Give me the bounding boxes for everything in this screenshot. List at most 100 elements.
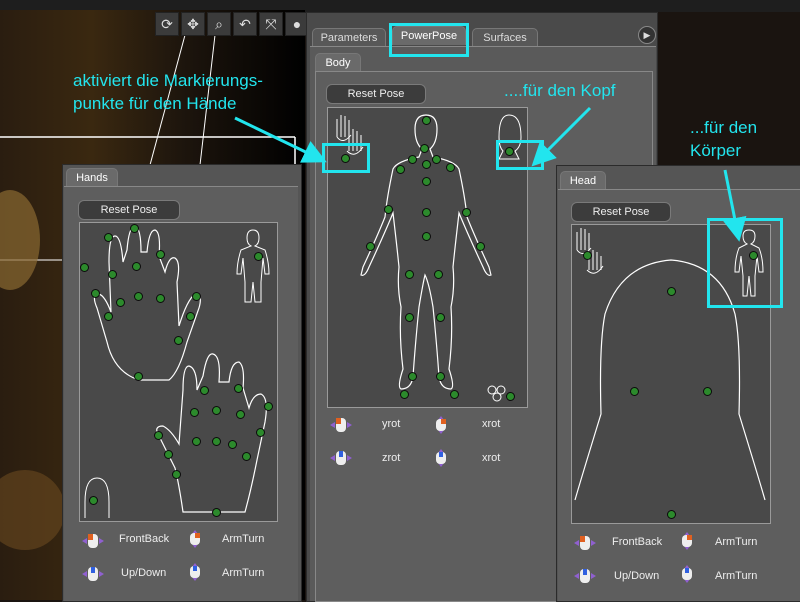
tab-parameters[interactable]: Parameters	[312, 28, 386, 47]
hotspot-ground[interactable]	[506, 392, 515, 401]
highlight-hands-hotspot	[322, 143, 370, 173]
hotspot-neck[interactable]	[420, 144, 429, 153]
hand-hotspot[interactable]	[156, 250, 165, 259]
hotspot-left-collar[interactable]	[408, 155, 417, 164]
hand-hotspot[interactable]	[164, 450, 173, 459]
tab-hands[interactable]: Hands	[66, 168, 118, 187]
head-control-armturn-2: ArmTurn	[715, 570, 758, 582]
scale-icon[interactable]: ⤧	[259, 12, 283, 36]
zoom-icon[interactable]: ⌕	[207, 12, 231, 36]
mouse-left-drag-icon	[330, 418, 352, 432]
annotation-body-line2: Körper	[690, 141, 742, 160]
hand-hotspot[interactable]	[104, 312, 113, 321]
highlight-body-hotspot	[707, 218, 783, 308]
head-hotspot-jaw[interactable]	[667, 510, 676, 519]
hotspot-left-thigh[interactable]	[405, 270, 414, 279]
hand-hotspot[interactable]	[212, 437, 221, 446]
hotspot-right-upperarm[interactable]	[462, 208, 471, 217]
mouse-middle-drag-icon	[574, 569, 596, 583]
hand-hotspot[interactable]	[130, 224, 139, 233]
hands-control-armturn: ArmTurn	[222, 533, 265, 545]
hotspot-right-collar[interactable]	[432, 155, 441, 164]
annotation-head: ....für den Kopf	[504, 81, 616, 100]
hotspot-chest[interactable]	[422, 160, 431, 169]
hotspot-right-shoulder[interactable]	[446, 163, 455, 172]
hotspot-head[interactable]	[422, 116, 431, 125]
undo-icon[interactable]: ↶	[233, 12, 257, 36]
mouse-middle-drag-icon	[82, 567, 104, 581]
hand-hotspot[interactable]	[116, 298, 125, 307]
hotspot-left-shoulder[interactable]	[396, 165, 405, 174]
mouse-left-drag-icon	[82, 534, 104, 548]
hotspot-abdomen[interactable]	[422, 177, 431, 186]
hotspot-right-forearm[interactable]	[476, 242, 485, 251]
hand-hotspot[interactable]	[156, 294, 165, 303]
panel-menu-arrow-icon[interactable]: ▶	[638, 26, 656, 44]
head-control-armturn: ArmTurn	[715, 536, 758, 548]
mouse-both-drag-icon	[436, 449, 446, 467]
hotspot-left-foot[interactable]	[408, 372, 417, 381]
head-hotspot-right-eye[interactable]	[703, 387, 712, 396]
hand-hotspot[interactable]	[192, 292, 201, 301]
mouse-right-drag-icon	[190, 530, 200, 548]
hotspot-left-upperarm[interactable]	[384, 205, 393, 214]
hand-hotspot[interactable]	[134, 372, 143, 381]
head-hotspot-left-eye[interactable]	[630, 387, 639, 396]
hands-reset-pose-button[interactable]: Reset Pose	[78, 200, 180, 220]
hand-hotspot[interactable]	[104, 233, 113, 242]
mouse-middle-drag-icon	[330, 451, 352, 465]
hotspot-right-thigh[interactable]	[434, 270, 443, 279]
head-hotspot-top[interactable]	[667, 287, 676, 296]
control-label-xrot: xrot	[482, 418, 501, 430]
hand-hotspot[interactable]	[212, 508, 221, 517]
hand-hotspot[interactable]	[212, 406, 221, 415]
rotate-icon[interactable]: ⟳	[155, 12, 179, 36]
hotspot-left-toe[interactable]	[400, 390, 409, 399]
hand-hotspot[interactable]	[172, 470, 181, 479]
control-label-zrot: zrot	[382, 452, 401, 464]
hand-head-toggle-hotspot[interactable]	[89, 496, 98, 505]
hand-hotspot[interactable]	[192, 437, 201, 446]
tab-body[interactable]: Body	[315, 53, 361, 72]
head-hands-toggle-hotspot[interactable]	[583, 251, 592, 260]
hand-hotspot[interactable]	[132, 262, 141, 271]
head-reset-pose-button[interactable]: Reset Pose	[571, 202, 671, 222]
hotspot-left-forearm[interactable]	[366, 242, 375, 251]
hand-hotspot[interactable]	[154, 431, 163, 440]
hand-hotspot[interactable]	[256, 428, 265, 437]
hand-hotspot[interactable]	[91, 289, 100, 298]
hand-hotspot[interactable]	[228, 440, 237, 449]
hotspot-right-foot[interactable]	[436, 372, 445, 381]
hand-hotspot[interactable]	[242, 452, 251, 461]
annotation-body-line1: ...für den	[690, 118, 758, 137]
hand-hotspot[interactable]	[108, 270, 117, 279]
hand-hotspot[interactable]	[200, 386, 209, 395]
mouse-right-drag-icon	[436, 416, 446, 434]
hands-control-armturn-2: ArmTurn	[222, 567, 265, 579]
mouse-right-drag-icon	[682, 532, 692, 550]
hotspot-pelvis[interactable]	[422, 232, 431, 241]
tab-surfaces[interactable]: Surfaces	[472, 28, 538, 47]
hand-hotspot[interactable]	[186, 312, 195, 321]
move-icon[interactable]: ✥	[181, 12, 205, 36]
hotspot-right-shin[interactable]	[436, 313, 445, 322]
hand-hotspot[interactable]	[134, 292, 143, 301]
hands-control-frontback: FrontBack	[119, 533, 170, 545]
hand-hotspot[interactable]	[174, 336, 183, 345]
hand-hotspot[interactable]	[234, 384, 243, 393]
viewport-tools: ⟳ ✥ ⌕ ↶ ⤧ ●	[155, 12, 309, 36]
control-label-yrot: yrot	[382, 418, 401, 430]
annotation-hands-line2: punkte für den Hände	[73, 94, 237, 113]
hotspot-left-shin[interactable]	[405, 313, 414, 322]
reset-pose-button[interactable]: Reset Pose	[326, 84, 426, 104]
hotspot-right-toe[interactable]	[450, 390, 459, 399]
hand-hotspot[interactable]	[254, 252, 263, 261]
hand-hotspot[interactable]	[190, 408, 199, 417]
hand-hotspot[interactable]	[236, 410, 245, 419]
annotation-hands-line1: aktiviert die Markierungs-	[73, 71, 263, 90]
hotspot-hip[interactable]	[422, 208, 431, 217]
hand-hotspot[interactable]	[264, 402, 273, 411]
mouse-left-drag-icon	[574, 536, 596, 550]
hand-hotspot[interactable]	[80, 263, 89, 272]
tab-head[interactable]: Head	[560, 171, 606, 190]
